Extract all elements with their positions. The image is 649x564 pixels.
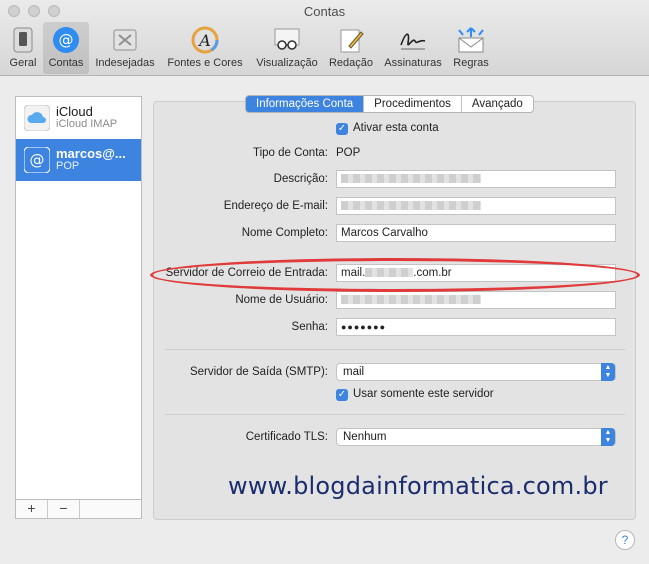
- tab-visualizacao-label: Visualização: [256, 57, 318, 69]
- redacted-text: [341, 174, 481, 184]
- smtp-value: mail: [343, 366, 365, 378]
- help-button[interactable]: ?: [615, 530, 635, 550]
- incoming-server-field[interactable]: mail. .com.br: [336, 264, 616, 282]
- account-name: iCloud: [56, 104, 93, 119]
- account-type: iCloud IMAP: [56, 118, 118, 130]
- account-buttons: + −: [15, 500, 142, 519]
- svg-text:@: @: [30, 151, 45, 169]
- account-item-marcos[interactable]: @ marcos@... POP: [16, 139, 141, 181]
- popup-arrows-icon: ▲ ▼: [601, 428, 615, 446]
- only-server-checkbox[interactable]: ✓: [336, 389, 348, 401]
- enable-account-checkbox[interactable]: ✓: [336, 123, 348, 135]
- description-field[interactable]: [336, 170, 616, 188]
- tab-geral[interactable]: Geral: [4, 22, 42, 74]
- only-server-label: Usar somente este servidor: [353, 388, 494, 400]
- tab-redacao-label: Redação: [328, 57, 374, 69]
- email-field[interactable]: [336, 197, 616, 215]
- tab-procedimentos[interactable]: Procedimentos: [364, 96, 462, 112]
- glasses-icon: [271, 25, 303, 55]
- at-icon: @: [24, 147, 50, 173]
- tab-redacao[interactable]: Redação: [325, 22, 377, 74]
- switch-icon: [7, 25, 39, 55]
- popup-arrows-icon: ▲ ▼: [601, 363, 615, 381]
- account-item-icloud[interactable]: iCloud iCloud IMAP: [16, 97, 141, 139]
- account-type-label: Tipo de Conta:: [252, 147, 328, 159]
- password-label: Senha:: [291, 321, 328, 333]
- watermark-text: www.blogdainformatica.com.br: [228, 472, 608, 500]
- incoming-server-suffix: .com.br: [413, 267, 452, 279]
- tab-fontes-cores[interactable]: A Fontes e Cores: [163, 22, 247, 74]
- font-color-icon: A: [189, 25, 221, 55]
- redacted-text: [341, 201, 481, 211]
- username-field[interactable]: [336, 291, 616, 309]
- add-account-button[interactable]: +: [16, 500, 48, 518]
- remove-account-button[interactable]: −: [48, 500, 80, 518]
- smtp-label: Servidor de Saída (SMTP):: [189, 366, 328, 378]
- account-tabs: Informações Conta Procedimentos Avançado: [245, 95, 534, 113]
- tab-contas-label: Contas: [48, 57, 84, 69]
- tab-regras-label: Regras: [453, 57, 489, 69]
- divider: [165, 349, 625, 350]
- window-title: Contas: [303, 4, 346, 19]
- junk-bin-icon: [109, 25, 141, 55]
- tab-assinaturas-label: Assinaturas: [384, 57, 442, 69]
- tab-regras[interactable]: Regras: [448, 22, 494, 74]
- svg-text:A: A: [197, 31, 211, 50]
- account-settings-panel: [153, 101, 636, 520]
- tab-contas[interactable]: @ Contas: [43, 22, 89, 74]
- username-label: Nome de Usuário:: [235, 294, 328, 306]
- tab-informacoes-conta[interactable]: Informações Conta: [246, 96, 365, 112]
- description-label: Descrição:: [273, 173, 328, 185]
- smtp-popup[interactable]: mail ▲ ▼: [336, 363, 616, 381]
- tab-assinaturas[interactable]: Assinaturas: [381, 22, 445, 74]
- toolbar: Contas Geral @ Contas Indesejadas A Font…: [0, 0, 649, 76]
- svg-text:@: @: [59, 31, 74, 49]
- email-label: Endereço de E-mail:: [223, 200, 328, 212]
- tab-geral-label: Geral: [9, 57, 37, 69]
- compose-icon: [335, 25, 367, 55]
- password-field[interactable]: ●●●●●●●: [336, 318, 616, 336]
- fullname-label: Nome Completo:: [241, 227, 328, 239]
- enable-account-label: Ativar esta conta: [353, 122, 439, 134]
- incoming-server-prefix: mail.: [341, 267, 366, 279]
- redacted-text: [365, 268, 414, 278]
- tab-avancado[interactable]: Avançado: [462, 96, 533, 112]
- tls-value: Nenhum: [343, 431, 387, 443]
- redacted-text: [341, 295, 481, 305]
- tls-label: Certificado TLS:: [245, 431, 328, 443]
- tab-fontes-cores-label: Fontes e Cores: [167, 57, 243, 69]
- tab-visualizacao[interactable]: Visualização: [253, 22, 321, 74]
- rules-envelope-icon: [455, 25, 487, 55]
- incoming-server-label: Servidor de Correio de Entrada:: [165, 267, 328, 279]
- account-name: marcos@...: [56, 146, 126, 161]
- tls-popup[interactable]: Nenhum ▲ ▼: [336, 428, 616, 446]
- at-icon: @: [50, 25, 82, 55]
- account-type-value: POP: [336, 147, 361, 159]
- tab-indesejadas-label: Indesejadas: [95, 57, 155, 69]
- accounts-list: iCloud iCloud IMAP @ marcos@... POP: [15, 96, 142, 500]
- cloud-icon: [24, 105, 50, 131]
- fullname-field[interactable]: Marcos Carvalho: [336, 224, 616, 242]
- signature-icon: [397, 25, 429, 55]
- tab-indesejadas[interactable]: Indesejadas: [92, 22, 158, 74]
- account-type: POP: [56, 160, 80, 172]
- divider: [165, 414, 625, 415]
- preferences-window: Contas Geral @ Contas Indesejadas A Font…: [0, 0, 649, 564]
